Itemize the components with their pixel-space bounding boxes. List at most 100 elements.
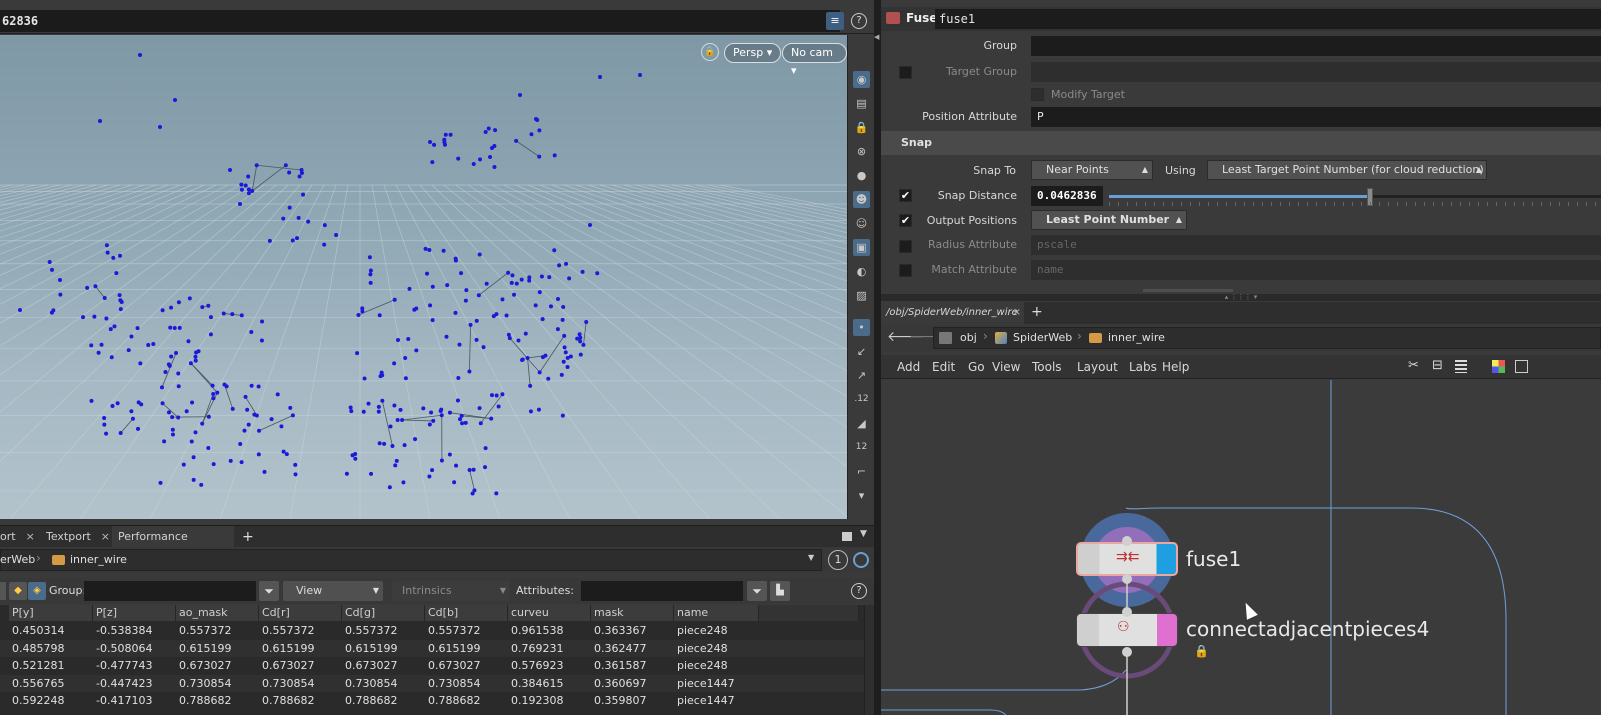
- connectadjacentpieces4-output-connector[interactable]: [1122, 647, 1132, 657]
- node-mode-icon[interactable]: [0, 582, 6, 600]
- table-scrollbar[interactable]: [864, 605, 874, 715]
- path-dropdown-chevron-icon[interactable]: ▼: [808, 553, 814, 562]
- display-options-icon[interactable]: ≡: [826, 12, 844, 30]
- more-tools-chevron-icon[interactable]: ▾: [853, 487, 870, 504]
- group-field[interactable]: [84, 581, 256, 601]
- tab-viewport[interactable]: ort ×: [0, 526, 40, 548]
- snapshot-icon[interactable]: ▨: [853, 287, 870, 304]
- fuse1-output-connector[interactable]: [1122, 574, 1132, 584]
- fuse1-input-connector[interactable]: [1122, 536, 1132, 546]
- collapse-arrow-icon[interactable]: ◀: [874, 33, 879, 41]
- match-attribute-field[interactable]: name: [1031, 260, 1601, 280]
- menu-tools[interactable]: Tools: [1032, 355, 1062, 379]
- help-icon[interactable]: ?: [851, 583, 867, 599]
- network-editor[interactable]: ⇉⇇ fuse1 ⚇ connectadjacentpieces4 🔒: [881, 380, 1601, 715]
- connectadjacentpieces4-node[interactable]: ⚇: [1076, 613, 1178, 647]
- menu-help[interactable]: Help: [1162, 355, 1189, 379]
- column-header[interactable]: ao_mask: [176, 605, 259, 621]
- modify-target-checkbox[interactable]: [1031, 88, 1044, 101]
- snap-to-menu[interactable]: Near Points ▲: [1031, 160, 1153, 180]
- viewport-value-field[interactable]: 62836: [0, 10, 840, 32]
- parm-scroll-handle[interactable]: [1143, 289, 1233, 292]
- attributes-field[interactable]: [581, 581, 743, 601]
- lock-icon[interactable]: 🔒: [853, 119, 870, 136]
- list-view-icon[interactable]: [1455, 360, 1467, 373]
- tab-network-path[interactable]: /obj/SpiderWeb/inner_wire ×: [881, 302, 1024, 324]
- prim-numbers-icon[interactable]: 12: [853, 439, 870, 456]
- pane-menu-chevron-icon[interactable]: ▼: [860, 529, 867, 539]
- column-header[interactable]: name: [674, 605, 759, 621]
- pane-maximize-icon[interactable]: [842, 532, 852, 541]
- ghost-icon[interactable]: ◉: [853, 71, 870, 88]
- skull-outline-icon[interactable]: ☺: [853, 215, 870, 232]
- attributes-filter-icon[interactable]: ⏷: [747, 581, 767, 601]
- close-icon[interactable]: ×: [101, 530, 110, 543]
- add-tab-button[interactable]: +: [236, 526, 254, 548]
- close-icon[interactable]: ×: [1013, 302, 1021, 324]
- column-header[interactable]: Cd[r]: [259, 605, 342, 621]
- eye-icon[interactable]: ◐: [853, 263, 870, 280]
- view-menu[interactable]: View ▼: [283, 581, 383, 601]
- spreadsheet-table[interactable]: P[y] P[z] ao_mask Cd[r] Cd[g] Cd[b] curv…: [0, 605, 864, 715]
- pane-splitter[interactable]: ▴ ⋮⋮⋮ ▾: [881, 294, 1601, 301]
- using-menu[interactable]: Least Target Point Number (for cloud red…: [1207, 160, 1487, 180]
- tools-icon[interactable]: ✂: [1408, 358, 1419, 373]
- pane-divider[interactable]: ◀: [874, 0, 881, 715]
- column-header[interactable]: curveu: [508, 605, 591, 621]
- prim-display-icon[interactable]: ◢: [853, 415, 870, 432]
- intrinsics-menu[interactable]: Intrinsics ▼: [392, 581, 510, 601]
- position-attribute-field[interactable]: P: [1031, 107, 1601, 127]
- node-name-field[interactable]: fuse1: [935, 9, 1601, 29]
- help-icon[interactable]: ?: [851, 13, 867, 29]
- points-mode-icon[interactable]: ◆: [9, 582, 27, 600]
- snap-section-header[interactable]: Snap: [881, 131, 1601, 155]
- tab-performance-monitor[interactable]: Performance Monitor×: [112, 526, 234, 565]
- guide-icon[interactable]: ⌐: [853, 463, 870, 480]
- node-label[interactable]: connectadjacentpieces4: [1186, 617, 1429, 641]
- shading-icon[interactable]: ●: [853, 167, 870, 184]
- group-field[interactable]: [1031, 36, 1601, 56]
- pin-badge[interactable]: 1: [828, 550, 848, 570]
- persp-menu[interactable]: Persp ▾: [724, 43, 782, 63]
- close-icon[interactable]: ×: [26, 530, 35, 543]
- 3d-viewport[interactable]: 🔒 Persp ▾ No cam ▾: [0, 35, 847, 519]
- template-icon[interactable]: ▤: [853, 95, 870, 112]
- fuse1-node[interactable]: ⇉⇇: [1076, 542, 1178, 576]
- camera-view-icon[interactable]: ▣: [853, 239, 870, 256]
- column-header[interactable]: Cd[g]: [342, 605, 425, 621]
- color-palette-icon[interactable]: [1492, 360, 1505, 373]
- menu-layout[interactable]: Layout: [1077, 355, 1118, 379]
- point-normals-icon[interactable]: ↗: [853, 367, 870, 384]
- menu-go[interactable]: Go: [968, 355, 985, 379]
- column-header[interactable]: Cd[b]: [425, 605, 508, 621]
- breadcrumb-inner-wire[interactable]: inner_wire: [1108, 328, 1165, 348]
- output-positions-menu[interactable]: Least Point Number ▲: [1031, 210, 1187, 230]
- menu-labs[interactable]: Labs: [1129, 355, 1157, 379]
- point-numbers-icon[interactable]: .12: [853, 391, 870, 408]
- vertices-mode-icon[interactable]: ◈: [28, 582, 46, 600]
- breadcrumb-spiderweb[interactable]: SpiderWeb: [1013, 328, 1072, 348]
- menu-view[interactable]: View: [992, 355, 1020, 379]
- breadcrumb-obj[interactable]: obj: [960, 328, 977, 348]
- export-icon[interactable]: ▙: [770, 581, 790, 601]
- menu-edit[interactable]: Edit: [932, 355, 955, 379]
- connectadjacentpieces4-input-connector[interactable]: [1122, 607, 1132, 617]
- lock-camera-icon[interactable]: 🔒: [701, 43, 719, 61]
- target-group-field[interactable]: [1031, 62, 1601, 82]
- tree-view-icon[interactable]: ⊟: [1432, 358, 1443, 373]
- camera-menu[interactable]: No cam ▾: [782, 43, 847, 77]
- radius-attribute-field[interactable]: pscale: [1031, 235, 1601, 255]
- breadcrumb-spiderweb[interactable]: erWeb: [0, 550, 35, 570]
- column-header[interactable]: mask: [591, 605, 674, 621]
- shape-palette-icon[interactable]: [1515, 360, 1528, 373]
- add-tab-button[interactable]: +: [1031, 304, 1043, 320]
- column-header[interactable]: P[y]: [9, 605, 93, 621]
- skull-icon[interactable]: ☻: [853, 191, 870, 208]
- menu-add[interactable]: Add: [897, 355, 920, 379]
- column-header[interactable]: P[z]: [93, 605, 176, 621]
- node-label[interactable]: fuse1: [1186, 547, 1241, 571]
- link-target-icon[interactable]: [853, 552, 869, 568]
- tab-textport[interactable]: Textport ×: [40, 526, 110, 548]
- xray-icon[interactable]: ⊗: [853, 143, 870, 160]
- point-display-icon[interactable]: •: [853, 319, 870, 336]
